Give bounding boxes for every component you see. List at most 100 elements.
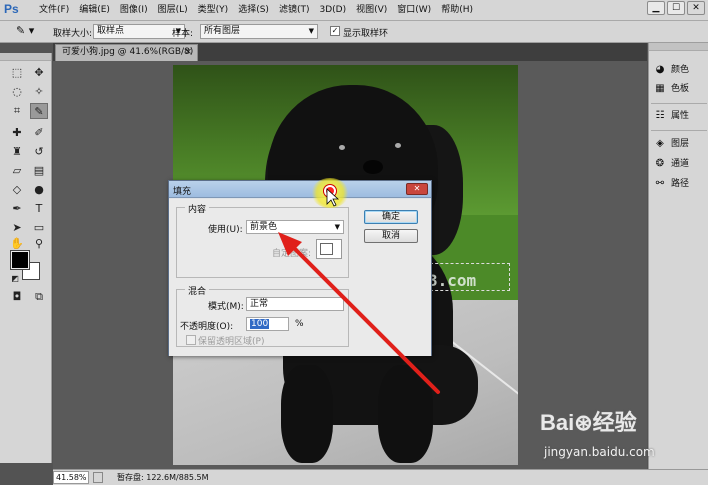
baidu-watermark: Bai⊛经验 jingyan.baidu.com [540,405,705,467]
cancel-button[interactable]: 取消 [364,229,418,243]
palette-icon: ◕ [655,64,665,75]
close-button[interactable]: ✕ [687,1,705,15]
dog-left-leg [281,365,333,463]
menu-item[interactable]: 图像(I) [115,4,153,16]
minimize-button[interactable]: ▁ [647,1,665,15]
menu-item[interactable]: 窗口(W) [392,4,436,16]
mode-label: 模式(M): [208,302,244,312]
toolbox: ⬚ ✥ ◌ ✧ ⌗ ✎ ✚ ✐ ♜ ↺ ▱ ▤ ◇ ● ✒ T ➤ ▭ ✋ ⚲ … [0,53,52,463]
gradient-tool-icon[interactable]: ▤ [30,163,48,179]
zoom-tool-icon[interactable]: ⚲ [30,236,48,252]
blending-group: 混合 模式(M): 正常 不透明度(O): 100 % 保留透明区域(P) [176,284,349,347]
type-tool-icon[interactable]: T [30,201,48,217]
panel-properties-label: 属性 [671,111,690,121]
screen-mode-icon[interactable]: ⧉ [30,289,48,305]
use-label: 使用(U): [208,225,243,235]
hand-tool-icon[interactable]: ✋ [8,236,26,252]
panel-layers-label: 图层 [671,139,690,149]
close-tab-icon[interactable]: × [184,45,192,60]
menu-item[interactable]: 3D(D) [314,4,351,16]
window-controls: ▁ ☐ ✕ [647,1,705,15]
options-bar: ✎ ▾ 取样大小: 取样点 ▼ 样本: 所有图层 ▼ ✓ 显示取样环 [0,21,708,43]
foreground-color-swatch[interactable] [10,250,30,270]
move-tool-icon[interactable]: ✥ [30,65,48,81]
show-ring-checkbox[interactable]: ✓ [330,26,340,36]
watermark-brand: Bai⊛经验 [540,410,637,435]
shape-tool-icon[interactable]: ▭ [30,220,48,236]
dialog-close-button[interactable]: ✕ [406,183,428,195]
contents-group-title: 内容 [185,202,210,215]
custom-pattern-picker[interactable] [316,239,342,259]
brush-tool-icon[interactable]: ✐ [30,125,48,141]
opacity-unit: % [295,319,304,329]
cursor-pointer-icon [324,185,336,197]
ok-button[interactable]: 确定 [364,210,418,224]
maximize-button[interactable]: ☐ [667,1,685,15]
sample-select[interactable]: 所有图层 ▼ [200,24,318,39]
menu-item[interactable]: 图层(L) [153,4,193,16]
panel-separator [651,103,707,104]
eyedropper-tool-icon[interactable]: ✎ [30,103,48,119]
zoom-field[interactable]: 41.58% [53,471,89,484]
panel-properties[interactable]: ☷ 属性 [653,107,707,125]
crop-tool-icon[interactable]: ⌗ [8,103,26,119]
paths-icon: ⚯ [655,178,665,189]
status-menu-button[interactable] [93,472,103,483]
menu-item[interactable]: 视图(V) [351,4,392,16]
fill-dialog: 填充 ✕ 内容 使用(U): 前景色 ▼ 自定图案: 混合 模式(M): 正常 不… [168,180,432,356]
toolbox-grip[interactable] [0,53,51,61]
sample-value: 所有图层 [204,26,241,36]
document-tab[interactable]: 可爱小狗.jpg @ 41.6%(RGB/8) × [55,44,198,61]
pen-tool-icon[interactable]: ✒ [8,201,26,217]
menu-item[interactable]: 选择(S) [233,4,274,16]
menu-item[interactable]: 滤镜(T) [274,4,315,16]
panel-paths[interactable]: ⚯ 路径 [653,175,707,193]
panel-color-label: 颜色 [671,65,690,75]
scratch-disk-info: 暂存盘: 122.6M/885.5M [117,473,209,482]
show-ring-label: 显示取样环 [343,29,389,39]
history-brush-tool-icon[interactable]: ↺ [30,144,48,160]
preserve-transparency-checkbox[interactable] [186,335,196,345]
menu-items: 文件(F) 编辑(E) 图像(I) 图层(L) 类型(Y) 选择(S) 滤镜(T) 3D(D)… [34,4,478,16]
panel-color[interactable]: ◕ 颜色 [653,61,707,79]
opacity-value: 100 [250,319,270,329]
menu-item[interactable]: 编辑(E) [74,4,115,16]
quick-select-tool-icon[interactable]: ✧ [30,84,48,100]
dodge-tool-icon[interactable]: ● [30,182,48,198]
mode-value: 正常 [250,299,269,309]
marquee-tool-icon[interactable]: ⬚ [8,65,26,81]
status-bar: 41.58% 暂存盘: 122.6M/885.5M [53,469,708,485]
panel-swatches-label: 色板 [671,84,690,94]
menu-item[interactable]: 文件(F) [34,4,74,16]
panel-grip[interactable] [649,43,708,51]
dialog-title-bar[interactable]: 填充 ✕ [169,181,431,198]
watermark-url: jingyan.baidu.com [544,445,655,459]
default-colors-icon[interactable]: ◩ [6,271,24,287]
document-tab-title: 可爱小狗.jpg @ 41.6%(RGB/8) [62,47,194,57]
use-value: 前景色 [250,222,278,232]
blending-group-title: 混合 [185,284,210,297]
use-select[interactable]: 前景色 ▼ [246,220,344,234]
dog-right-leg [378,365,433,463]
panel-channels[interactable]: ❂ 通道 [653,155,707,173]
chevron-down-icon: ▼ [308,27,314,35]
panel-separator [651,130,707,131]
lasso-tool-icon[interactable]: ◌ [8,84,26,100]
menu-bar: Ps 文件(F) 编辑(E) 图像(I) 图层(L) 类型(Y) 选择(S) 滤镜(T) 3D… [0,0,708,21]
blur-tool-icon[interactable]: ◇ [8,182,26,198]
opacity-input[interactable]: 100 [246,317,289,331]
path-select-tool-icon[interactable]: ➤ [8,220,26,236]
sample-label: 样本: [172,29,194,39]
eraser-tool-icon[interactable]: ▱ [8,163,26,179]
custom-pattern-label: 自定图案: [272,249,312,259]
panel-layers[interactable]: ◈ 图层 [653,135,707,153]
mode-select[interactable]: 正常 [246,297,344,311]
eyedropper-icon[interactable]: ✎ ▾ [16,24,38,40]
clone-stamp-tool-icon[interactable]: ♜ [8,144,26,160]
dialog-body: 内容 使用(U): 前景色 ▼ 自定图案: 混合 模式(M): 正常 不透明度(O… [169,199,431,356]
panel-swatches[interactable]: ▦ 色板 [653,80,707,98]
healing-brush-tool-icon[interactable]: ✚ [8,125,26,141]
menu-item[interactable]: 类型(Y) [193,4,234,16]
menu-item[interactable]: 帮助(H) [436,4,478,16]
quick-mask-icon[interactable]: ◘ [8,289,26,305]
